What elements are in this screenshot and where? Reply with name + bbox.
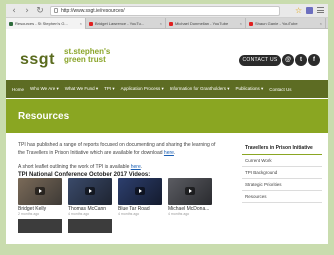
close-icon[interactable]: × (80, 21, 82, 26)
video-card[interactable] (118, 178, 162, 205)
tab-label: Bridget Lawrence - YouTu... (95, 21, 145, 26)
nav-home[interactable]: Home (12, 87, 24, 92)
youtube-favicon-icon (169, 21, 173, 26)
address-bar: ‹ › ↻ http://www.ssgt.ie/resources/ ☆ (6, 4, 328, 18)
logo-line: green trust (64, 55, 106, 64)
menu-icon[interactable] (317, 7, 324, 13)
page-banner: Resources (6, 99, 328, 133)
tab-strip: Resources - St Stephen's G... × Bridget … (6, 18, 328, 29)
url-field[interactable]: http://www.ssgt.ie/resources/ (50, 5, 280, 16)
nav-tpi[interactable]: TPI ▾ (104, 86, 115, 92)
page-title: Resources (18, 111, 70, 122)
browser-window: ‹ › ↻ http://www.ssgt.ie/resources/ ☆ Re… (6, 4, 328, 244)
tab-youtube-2[interactable]: Michael Dunmellan - YouTube × (166, 18, 246, 29)
nav-application-process[interactable]: Application Process ▾ (121, 86, 164, 92)
sidebar-item-resources[interactable]: Resources (242, 191, 322, 203)
ssgt-favicon-icon (9, 21, 13, 26)
sidebar-item-tpi-background[interactable]: TPI Background (242, 167, 322, 179)
screenshot-frame: ‹ › ↻ http://www.ssgt.ie/resources/ ☆ Re… (0, 0, 334, 255)
video-meta: 4 months ago (168, 212, 190, 216)
tab-label: Resources - St Stephen's G... (15, 21, 68, 26)
video-meta: 4 months ago (118, 212, 140, 216)
video-thumbnail[interactable] (68, 219, 112, 233)
tab-youtube-1[interactable]: Bridget Lawrence - YouTu... × (86, 18, 166, 29)
url-text: http://www.ssgt.ie/resources/ (61, 7, 125, 14)
close-icon[interactable]: × (160, 21, 162, 26)
tab-label: Shaun Ganie - YouTube (255, 21, 298, 26)
leaflet-here-link[interactable]: here (131, 164, 141, 170)
main-nav: Home Who We Are ▾ What We Fund ▾ TPI ▾ A… (6, 80, 328, 98)
bookmark-star-icon[interactable]: ☆ (295, 7, 302, 15)
forward-icon[interactable]: › (22, 6, 32, 16)
download-here-link[interactable]: here (164, 150, 174, 156)
play-icon[interactable] (85, 187, 95, 195)
twitter-social-icon[interactable]: t (295, 54, 307, 66)
contact-us-button[interactable]: CONTACT US (239, 55, 281, 66)
leaflet-paragraph: A short leaflet outlining the work of TP… (18, 164, 143, 170)
video-thumbnail[interactable] (18, 219, 62, 233)
close-icon[interactable]: × (240, 21, 242, 26)
video-card[interactable] (68, 178, 112, 205)
intro-text: TPI has published a range of reports foc… (18, 142, 216, 156)
extension-icon[interactable] (306, 7, 313, 14)
sidebar: Travellers in Prison Initiative Current … (242, 142, 322, 203)
back-icon[interactable]: ‹ (9, 6, 19, 16)
video-card[interactable] (168, 178, 212, 205)
youtube-favicon-icon (249, 21, 253, 26)
facebook-social-icon[interactable]: f (308, 54, 320, 66)
nav-who-we-are[interactable]: Who We Are ▾ (30, 86, 59, 92)
email-social-icon[interactable]: @ (282, 54, 294, 66)
video-card[interactable] (18, 178, 62, 205)
nav-what-we-fund[interactable]: What We Fund ▾ (65, 86, 98, 92)
video-meta: 4 months ago (68, 212, 90, 216)
nav-contact-us[interactable]: Contact Us (269, 87, 291, 92)
sidebar-item-strategic-priorities[interactable]: Strategic Priorities (242, 179, 322, 191)
reload-icon[interactable]: ↻ (35, 6, 45, 16)
leaflet-text: A short leaflet outlining the work of TP… (18, 164, 130, 170)
nav-publications[interactable]: Publications ▾ (236, 86, 264, 92)
video-meta: 2 months ago (18, 212, 40, 216)
play-icon[interactable] (185, 187, 195, 195)
close-icon[interactable]: × (320, 21, 322, 26)
lock-icon (54, 8, 58, 13)
tab-resources[interactable]: Resources - St Stephen's G... × (6, 18, 86, 29)
play-icon[interactable] (35, 187, 45, 195)
sidebar-heading: Travellers in Prison Initiative (242, 142, 322, 155)
play-icon[interactable] (135, 187, 145, 195)
site-logo-name[interactable]: st.stephen's green trust (64, 48, 110, 64)
youtube-favicon-icon (89, 21, 93, 26)
sidebar-item-current-work[interactable]: Current Work (242, 155, 322, 167)
intro-paragraph: TPI has published a range of reports foc… (18, 142, 216, 156)
tab-label: Michael Dunmellan - YouTube (175, 21, 229, 26)
tab-youtube-3[interactable]: Shaun Ganie - YouTube × (246, 18, 326, 29)
site-logo[interactable]: ssgt (20, 51, 55, 69)
nav-information-for-grantholders[interactable]: Information for Grantholders ▾ (170, 86, 230, 92)
